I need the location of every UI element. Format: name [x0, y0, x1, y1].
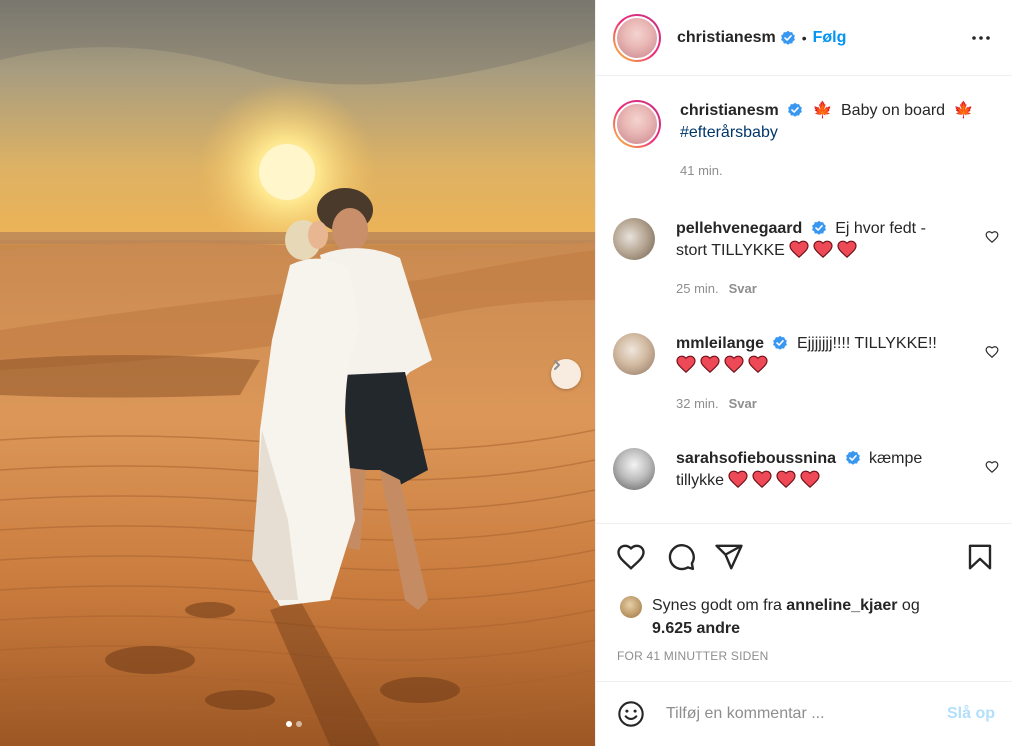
- red-heart-emoji-icon: [748, 355, 768, 373]
- post-side-panel: christianesm • Følg christianesm 🍁 Baby …: [595, 0, 1012, 746]
- red-heart-emoji-icon: [800, 470, 821, 488]
- comments-list[interactable]: christianesm 🍁 Baby on board 🍁 #efterårs…: [596, 77, 1012, 523]
- comment-avatar[interactable]: [613, 448, 655, 490]
- liker-avatar[interactable]: [620, 596, 642, 618]
- likes-others-count[interactable]: 9.625 andre: [652, 620, 740, 637]
- caption-hashtag[interactable]: #efterårsbaby: [680, 124, 778, 141]
- add-comment-bar: Slå op: [596, 681, 1012, 746]
- author-avatar[interactable]: [613, 13, 661, 62]
- comment-author[interactable]: mmleilange: [676, 335, 764, 352]
- save-bookmark-icon[interactable]: [965, 542, 995, 572]
- author-username[interactable]: christianesm: [677, 29, 776, 47]
- carousel-dots: [286, 721, 302, 727]
- comment-hearts: [789, 240, 857, 258]
- carousel-dot: [296, 721, 302, 727]
- post-actions: Synes godt om fra anneline_kjaer og 9.62…: [596, 523, 1012, 681]
- comment-avatar[interactable]: [613, 333, 655, 375]
- like-comment-heart-icon[interactable]: [985, 345, 999, 359]
- red-heart-emoji-icon: [700, 355, 720, 373]
- caption-time[interactable]: 41 min.: [680, 163, 723, 178]
- comment-text: stort TILLYKKE: [676, 242, 785, 259]
- emoji-button[interactable]: [616, 699, 646, 729]
- likes-prefix: Synes godt om fra: [652, 597, 782, 614]
- comment-bubble-icon[interactable]: [666, 542, 696, 572]
- maple-leaf-icon: 🍁: [812, 102, 833, 119]
- red-heart-emoji-icon: [776, 470, 797, 488]
- desert-couple-image: [0, 0, 595, 746]
- comment-hearts: [728, 470, 821, 488]
- post-header: christianesm • Følg: [596, 0, 1012, 76]
- red-heart-emoji-icon: [813, 240, 833, 258]
- emoji-smiley-icon: [618, 701, 644, 727]
- reply-button[interactable]: Svar: [729, 281, 757, 296]
- caption-text: Baby on board: [841, 102, 946, 119]
- comment-text: tillykke: [676, 472, 725, 489]
- like-heart-icon[interactable]: [616, 542, 646, 572]
- caption-author-avatar[interactable]: [613, 100, 661, 148]
- comment-author[interactable]: sarahsofieboussnina: [676, 450, 836, 467]
- red-heart-emoji-icon: [728, 470, 749, 488]
- red-heart-emoji-icon: [752, 470, 773, 488]
- more-horizontal-icon: [972, 35, 990, 40]
- maple-leaf-icon: 🍁: [953, 102, 974, 119]
- verified-badge-icon: [788, 102, 803, 117]
- post-timestamp[interactable]: FOR 41 MINUTTER SIDEN: [617, 649, 769, 663]
- like-comment-heart-icon[interactable]: [985, 460, 999, 474]
- red-heart-emoji-icon: [676, 355, 696, 373]
- liker-username[interactable]: anneline_kjaer: [786, 597, 897, 614]
- header-separator: •: [801, 29, 807, 46]
- comment-avatar[interactable]: [613, 218, 655, 260]
- comment-text: Ejjjjjjj!!!! TILLYKKE!!: [796, 335, 937, 352]
- post-photo[interactable]: [0, 0, 595, 746]
- red-heart-emoji-icon: [837, 240, 857, 258]
- follow-button[interactable]: Følg: [813, 29, 847, 47]
- carousel-dot-active: [286, 721, 292, 727]
- comment-item: mmleilange Ejjjjjjj!!!! TILLYKKE!! 32 mi…: [613, 333, 999, 415]
- verified-badge-icon: [811, 220, 826, 235]
- verified-badge-icon: [845, 450, 860, 465]
- next-image-button[interactable]: [551, 359, 581, 389]
- post-comment-button[interactable]: Slå op: [947, 705, 995, 723]
- like-comment-heart-icon[interactable]: [985, 230, 999, 244]
- red-heart-emoji-icon: [789, 240, 809, 258]
- comment-text: Ej hvor fedt -: [835, 220, 926, 237]
- verified-badge-icon: [773, 335, 788, 350]
- reply-button[interactable]: Svar: [729, 396, 757, 411]
- share-paper-plane-icon[interactable]: [714, 542, 744, 572]
- red-heart-emoji-icon: [724, 355, 744, 373]
- comment-hearts: [676, 355, 768, 373]
- caption: christianesm 🍁 Baby on board 🍁 #efterårs…: [613, 100, 999, 182]
- likes-conjunction: og: [901, 597, 920, 614]
- comment-time[interactable]: 25 min.: [676, 281, 719, 296]
- likes-summary: Synes godt om fra anneline_kjaer og 9.62…: [620, 594, 993, 640]
- comment-input[interactable]: [666, 705, 947, 723]
- comment-item: pellehvenegaard Ej hvor fedt - stort TIL…: [613, 218, 999, 300]
- comment-item: sarahsofieboussnina kæmpe tillykke: [613, 448, 999, 492]
- comment-author[interactable]: pellehvenegaard: [676, 220, 802, 237]
- comment-time[interactable]: 32 min.: [676, 396, 719, 411]
- caption-author[interactable]: christianesm: [680, 102, 779, 119]
- verified-badge-icon: [780, 30, 795, 45]
- chevron-right-icon: [554, 360, 560, 370]
- comment-text: kæmpe: [868, 450, 923, 467]
- more-options-button[interactable]: [966, 23, 996, 53]
